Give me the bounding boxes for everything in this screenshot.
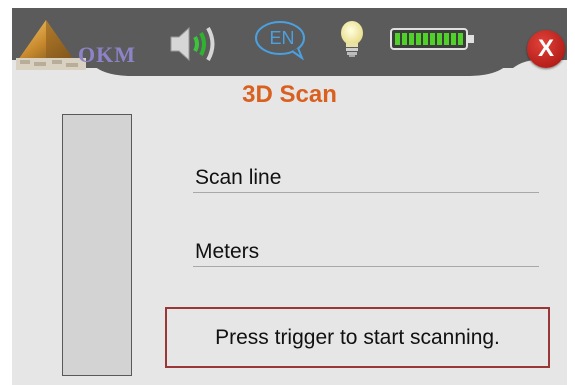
meters-label: Meters (195, 240, 260, 263)
speaker-volume-icon[interactable] (167, 23, 225, 65)
brand-name: OKM (78, 42, 136, 67)
meters-field[interactable]: Meters (193, 236, 539, 267)
device-screen: OKM EN X 3D Scan Scan line Meters Press … (12, 8, 567, 385)
light-bulb-icon[interactable] (338, 20, 366, 60)
close-icon: X (537, 35, 554, 62)
okm-logo: OKM (16, 18, 136, 70)
battery-full-icon (390, 28, 474, 50)
scan-line-field[interactable]: Scan line (193, 162, 539, 193)
page-title: 3D Scan (242, 81, 337, 108)
status-message: Press trigger to start scanning. (215, 325, 500, 349)
close-button[interactable]: X (527, 30, 565, 68)
scan-line-label: Scan line (195, 166, 282, 189)
signal-level-bar (62, 114, 132, 376)
status-message-box: Press trigger to start scanning. (165, 307, 550, 368)
language-label[interactable]: EN (262, 28, 302, 49)
header-slab (90, 58, 510, 76)
